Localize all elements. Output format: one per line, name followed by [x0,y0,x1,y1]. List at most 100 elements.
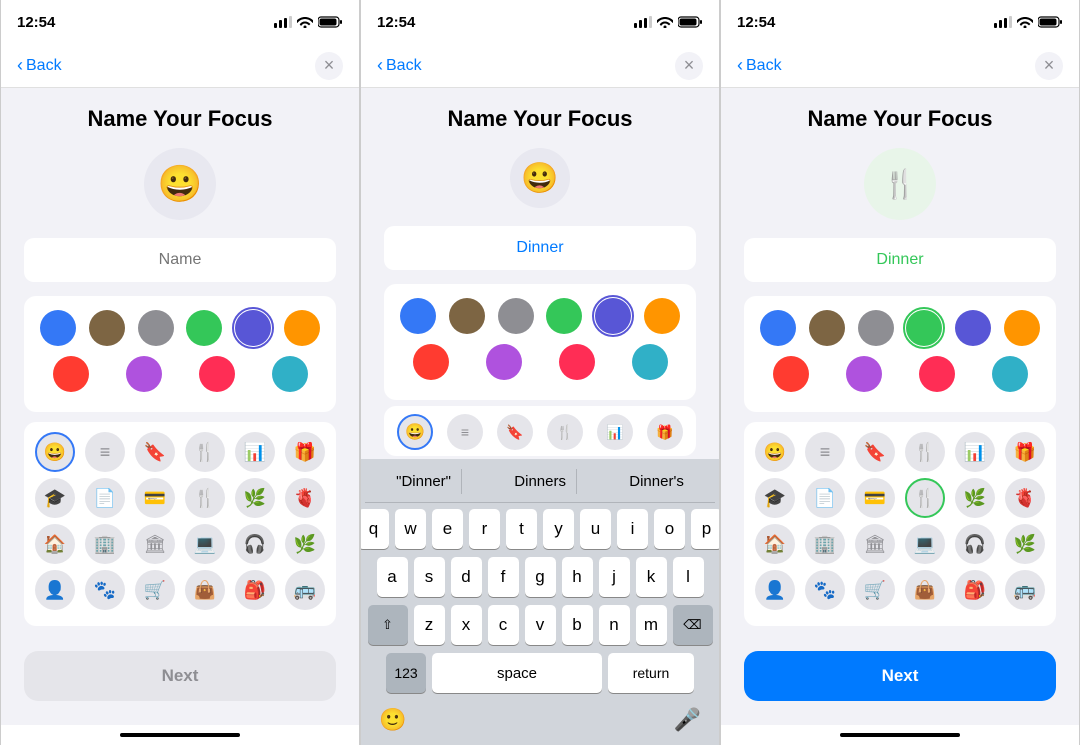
key-h[interactable]: h [562,557,593,597]
color-orange-3[interactable] [1004,310,1040,346]
icon-cart-3[interactable]: 🛒 [855,570,895,610]
key-u[interactable]: u [580,509,611,549]
color-teal-3[interactable] [992,356,1028,392]
color-orange-2[interactable] [644,298,680,334]
color-orange[interactable] [284,310,320,346]
focus-icon-2[interactable]: 😀 [510,148,570,208]
icon-heart-3[interactable]: 🫀 [1005,478,1045,518]
key-return[interactable]: return [608,653,694,693]
icon-emoji-cell[interactable]: 😀 [35,432,75,472]
icon-fork-2[interactable]: 🍴 [547,414,583,450]
icon-bookmark-cell[interactable]: 🔖 [135,432,175,472]
name-input-3[interactable] [744,251,1056,269]
icon-bank-3[interactable]: 🏛 [855,524,895,564]
icon-leaf-cell[interactable]: 🌿 [235,478,275,518]
emoji-kb-icon[interactable]: 🙂 [379,707,406,733]
color-brown-3[interactable] [809,310,845,346]
key-k[interactable]: k [636,557,667,597]
icon-utensils-cell[interactable]: 🍴 [185,478,225,518]
color-brown-2[interactable] [449,298,485,334]
suggestion-2[interactable]: Dinners [504,469,577,494]
icon-card-3[interactable]: 💳 [855,478,895,518]
icon-backpack-3[interactable]: 🎒 [955,570,995,610]
key-p[interactable]: p [691,509,719,549]
icon-bag-cell[interactable]: 👜 [185,570,225,610]
icon-grad-cell[interactable]: 🎓 [35,478,75,518]
close-button-2[interactable]: × [675,52,703,80]
icon-laptop-cell[interactable]: 💻 [185,524,225,564]
icon-home-3[interactable]: 🏠 [755,524,795,564]
key-delete[interactable]: ⌫ [673,605,713,645]
icon-person-3[interactable]: 👤 [755,570,795,610]
key-f[interactable]: f [488,557,519,597]
icon-building-3[interactable]: 🏢 [805,524,845,564]
focus-icon-3[interactable]: 🍴 [864,148,936,220]
mic-icon[interactable]: 🎤 [674,707,701,733]
icon-bookmark-3[interactable]: 🔖 [855,432,895,472]
next-button-1[interactable]: Next [24,651,336,701]
key-q[interactable]: q [361,509,389,549]
suggestion-3[interactable]: Dinner's [619,469,694,494]
icon-fork-cell[interactable]: 🍴 [185,432,225,472]
icon-list-3[interactable]: ≡ [805,432,845,472]
color-blue-3[interactable] [760,310,796,346]
key-t[interactable]: t [506,509,537,549]
icon-headphones-cell[interactable]: 🎧 [235,524,275,564]
color-crimson-2[interactable] [559,344,595,380]
color-teal[interactable] [272,356,308,392]
name-input-2[interactable] [384,239,696,257]
icon-gift-cell[interactable]: 🎁 [285,432,325,472]
key-j[interactable]: j [599,557,630,597]
icon-headphones-3[interactable]: 🎧 [955,524,995,564]
color-brown[interactable] [89,310,125,346]
key-i[interactable]: i [617,509,648,549]
key-m[interactable]: m [636,605,667,645]
close-button-1[interactable]: × [315,52,343,80]
key-e[interactable]: e [432,509,463,549]
key-w[interactable]: w [395,509,426,549]
icon-doc-cell[interactable]: 📄 [85,478,125,518]
key-shift[interactable]: ⇧ [368,605,408,645]
icon-gift-2[interactable]: 🎁 [647,414,683,450]
icon-utensils-3[interactable]: 🍴 [905,478,945,518]
color-blue[interactable] [40,310,76,346]
suggestion-1[interactable]: "Dinner" [386,469,462,494]
icon-grad-3[interactable]: 🎓 [755,478,795,518]
icon-bus-3[interactable]: 🚌 [1005,570,1045,610]
icon-plant-cell[interactable]: 🌿 [285,524,325,564]
close-button-3[interactable]: × [1035,52,1063,80]
color-violet[interactable] [126,356,162,392]
color-violet-2[interactable] [486,344,522,380]
key-n[interactable]: n [599,605,630,645]
key-b[interactable]: b [562,605,593,645]
color-blue-2[interactable] [400,298,436,334]
color-purple-2[interactable] [595,298,631,334]
focus-icon-1[interactable]: 😀 [144,148,216,220]
key-g[interactable]: g [525,557,556,597]
key-r[interactable]: r [469,509,500,549]
key-y[interactable]: y [543,509,574,549]
icon-emoji-3a[interactable]: 😀 [755,432,795,472]
icon-list-2[interactable]: ≡ [447,414,483,450]
color-gray[interactable] [138,310,174,346]
icon-bus-cell[interactable]: 🚌 [285,570,325,610]
icon-leaf-3[interactable]: 🌿 [955,478,995,518]
back-button-1[interactable]: ‹ Back [17,55,62,76]
key-c[interactable]: c [488,605,519,645]
icon-laptop-3[interactable]: 💻 [905,524,945,564]
icon-card-cell[interactable]: 💳 [135,478,175,518]
icon-gift-3[interactable]: 🎁 [1005,432,1045,472]
color-green[interactable] [186,310,222,346]
color-gray-3[interactable] [858,310,894,346]
name-input-1[interactable] [24,251,336,269]
color-violet-3[interactable] [846,356,882,392]
icon-home-cell[interactable]: 🏠 [35,524,75,564]
icon-paw-3[interactable]: 🐾 [805,570,845,610]
icon-paw-cell[interactable]: 🐾 [85,570,125,610]
color-green-2[interactable] [546,298,582,334]
icon-person-cell[interactable]: 👤 [35,570,75,610]
icon-emoji-2a[interactable]: 😀 [397,414,433,450]
icon-bank-cell[interactable]: 🏛 [135,524,175,564]
back-button-2[interactable]: ‹ Back [377,55,422,76]
key-a[interactable]: a [377,557,408,597]
